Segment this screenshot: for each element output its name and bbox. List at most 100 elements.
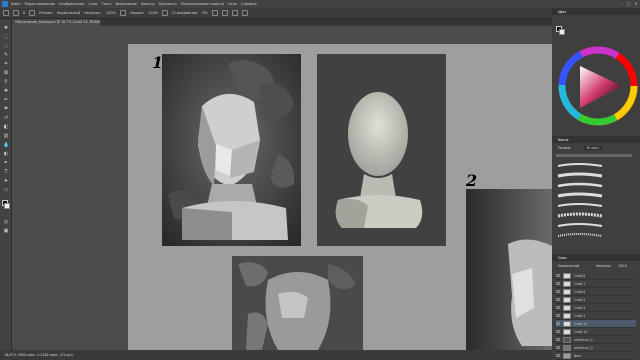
menu-plugins[interactable]: Подключаемые модули xyxy=(181,2,224,6)
flow-value[interactable]: 100% xyxy=(148,11,158,15)
minimize-icon[interactable]: – xyxy=(621,1,623,6)
brush-panel-tabs: Кисти xyxy=(552,136,640,143)
menu-view[interactable]: Просмотр xyxy=(159,2,177,6)
tools-panel: ✥ ⬚ ◌ ✎ ⌗ ⊠ ⚲ ✚ ✏ ⚑ ↺ ◧ ▥ 💧 ◐ ✒ T ➤ ▭ ◎ … xyxy=(0,19,12,350)
layer-name: Слой 4 xyxy=(574,305,586,310)
brush-tool-icon[interactable] xyxy=(13,10,19,16)
tab-layers[interactable]: Слои xyxy=(558,256,567,260)
menu-select[interactable]: Выделение xyxy=(116,2,137,6)
angle-icon[interactable] xyxy=(221,10,228,16)
healing-tool-icon[interactable]: ✚ xyxy=(3,88,9,94)
quick-mask-icon[interactable]: ◎ xyxy=(3,219,9,225)
visibility-icon[interactable] xyxy=(556,314,560,317)
mode-select[interactable]: Нормальный xyxy=(57,11,80,15)
frame-tool-icon[interactable]: ⊠ xyxy=(3,70,9,76)
maximize-icon[interactable]: □ xyxy=(627,1,631,6)
menu-filter[interactable]: Фильтр xyxy=(141,2,155,6)
brush-tool-icon[interactable]: ✏ xyxy=(3,97,9,103)
brush-size-field[interactable]: 30 пикс. xyxy=(584,146,602,150)
gradient-tool-icon[interactable]: ▥ xyxy=(3,133,9,139)
menu-window[interactable]: Окно xyxy=(228,2,237,6)
visibility-icon[interactable] xyxy=(556,298,560,301)
move-tool-icon[interactable]: ✥ xyxy=(3,25,9,31)
photoshop-logo-icon[interactable] xyxy=(2,1,8,7)
airbrush-icon[interactable] xyxy=(162,10,169,16)
reference-head-crop xyxy=(466,189,552,350)
layer-opacity-value[interactable]: 100% xyxy=(618,264,627,268)
stamp-tool-icon[interactable]: ⚑ xyxy=(3,106,9,112)
layer-row-selected[interactable]: Слой 15 xyxy=(556,320,636,328)
visibility-icon[interactable] xyxy=(556,354,560,357)
close-icon[interactable]: × xyxy=(635,1,638,6)
eyedropper-tool-icon[interactable]: ⚲ xyxy=(3,79,9,85)
brush-settings-icon[interactable] xyxy=(29,10,36,16)
visibility-icon[interactable] xyxy=(556,290,560,293)
background-color-swatch[interactable] xyxy=(4,203,10,209)
screen-mode-icon[interactable]: ▣ xyxy=(3,228,9,234)
home-icon[interactable] xyxy=(3,10,9,16)
layer-row[interactable]: Слой 7 xyxy=(556,280,636,288)
layer-row[interactable]: Слой 5 xyxy=(556,296,636,304)
opacity-value[interactable]: 100% xyxy=(106,11,116,15)
visibility-icon[interactable] xyxy=(556,322,560,325)
document-canvas[interactable]: 1 2 xyxy=(128,44,552,350)
layer-thumbnail xyxy=(563,272,571,279)
menu-file[interactable]: Файл xyxy=(11,2,21,6)
brush-size-value[interactable]: 8 xyxy=(23,11,25,15)
menu-type[interactable]: Текст xyxy=(102,2,112,6)
layer-thumbnail xyxy=(563,296,571,303)
visibility-icon[interactable] xyxy=(556,338,560,341)
visibility-icon[interactable] xyxy=(556,306,560,309)
brush-size-slider[interactable] xyxy=(556,154,632,157)
visibility-icon[interactable] xyxy=(556,274,560,277)
symmetry-icon[interactable] xyxy=(241,10,248,16)
panel-background-swatch[interactable] xyxy=(559,29,565,35)
label-2: 2 xyxy=(465,171,477,190)
layer-row[interactable]: Слой 3 xyxy=(556,312,636,320)
layer-name: Слой 7 xyxy=(574,281,586,286)
pressure-size-icon[interactable] xyxy=(231,10,238,16)
tab-color[interactable]: Цвет xyxy=(558,10,566,14)
marquee-tool-icon[interactable]: ⬚ xyxy=(3,34,9,40)
dodge-tool-icon[interactable]: ◐ xyxy=(3,151,9,157)
history-brush-tool-icon[interactable]: ↺ xyxy=(3,115,9,121)
layer-row[interactable]: reference_2 xyxy=(556,344,636,352)
layer-row[interactable]: reference_1 xyxy=(556,336,636,344)
menu-help[interactable]: Справка xyxy=(241,2,256,6)
smoothing-value[interactable]: 0% xyxy=(202,11,208,15)
blur-tool-icon[interactable]: 💧 xyxy=(3,142,9,148)
menu-edit[interactable]: Редактирование xyxy=(25,2,56,6)
smooth-head-study xyxy=(317,54,446,246)
label-1: 1 xyxy=(152,53,163,72)
options-bar: 8 Режим: Нормальный Непрозр.: 100% Нажим… xyxy=(0,8,640,19)
document-tab[interactable]: Обсуждение_Конкурсы @ 16,7% (Слой 15, RG… xyxy=(12,19,100,26)
shape-tool-icon[interactable]: ▭ xyxy=(3,187,9,193)
gear-icon[interactable] xyxy=(211,10,218,16)
layer-row[interactable]: Слой 4 xyxy=(556,304,636,312)
eraser-tool-icon[interactable]: ◧ xyxy=(3,124,9,130)
crop-tool-icon[interactable]: ⌗ xyxy=(3,61,9,67)
visibility-icon[interactable] xyxy=(556,330,560,333)
layer-row[interactable]: Слой 6 xyxy=(556,288,636,296)
pen-tool-icon[interactable]: ✒ xyxy=(3,160,9,166)
layer-row[interactable]: Фон xyxy=(556,352,636,360)
visibility-icon[interactable] xyxy=(556,346,560,349)
right-panels: Цвет Кисти Размер: 30 пикс. Слои Нормаль… xyxy=(552,8,640,360)
pressure-opacity-icon[interactable] xyxy=(119,10,126,16)
color-wheel[interactable] xyxy=(558,42,638,130)
quick-select-tool-icon[interactable]: ✎ xyxy=(3,52,9,58)
visibility-icon[interactable] xyxy=(556,282,560,285)
lasso-tool-icon[interactable]: ◌ xyxy=(3,43,9,49)
tab-brushes[interactable]: Кисти xyxy=(558,138,568,142)
type-tool-icon[interactable]: T xyxy=(3,169,9,175)
menu-image[interactable]: Изображение xyxy=(59,2,84,6)
layer-row[interactable]: Слой 8 xyxy=(556,272,636,280)
path-select-tool-icon[interactable]: ➤ xyxy=(3,178,9,184)
layer-row[interactable]: Слой 10 xyxy=(556,328,636,336)
layer-thumbnail xyxy=(563,352,571,359)
flow-label: Нажим: xyxy=(129,11,145,15)
menu-layers[interactable]: Слои xyxy=(88,2,97,6)
layer-name: Слой 15 xyxy=(574,321,588,326)
blend-mode-select[interactable]: Нормальный xyxy=(558,264,579,268)
brush-presets-list[interactable] xyxy=(556,160,604,248)
